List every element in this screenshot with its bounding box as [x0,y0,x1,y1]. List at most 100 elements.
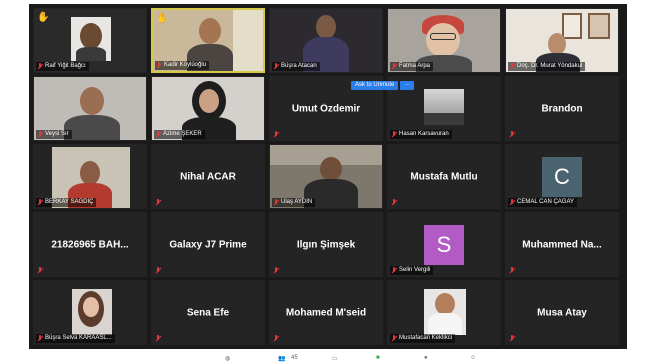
muted-mic-icon [509,335,515,342]
participant-tile[interactable]: Musa Atay [505,280,619,345]
participant-tile[interactable]: Galaxy J7 Prime [151,212,265,277]
participant-name: Raif Yiğit Bağcı [45,63,86,69]
participant-name: Ulaş AYDIN [281,199,313,205]
participant-tile[interactable]: Nihal ACAR [151,144,265,209]
participant-tile[interactable]: Azime ŞEKER [151,76,265,141]
participant-tile[interactable]: Muhammed Na... [505,212,619,277]
gallery-view: ✋ Raif Yiğit Bağcı ✋ Kadir Köylüoğlu Büş… [29,4,627,349]
muted-mic-icon [155,131,161,138]
participant-name: Fatma Arpa [399,63,431,69]
participant-name: Ilgın Şimşek [296,239,356,250]
participant-tile[interactable]: Ulaş AYDIN [269,144,383,209]
record-icon[interactable]: ● [424,355,428,361]
participant-tile[interactable]: S Selin Vergili [387,212,501,277]
more-options-button[interactable]: ··· [400,81,415,90]
muted-mic-icon [273,63,279,70]
participant-nameplate: Ulaş AYDIN [272,198,316,207]
muted-mic-icon [273,199,279,206]
participant-name: Mustafacan Keklikci [399,335,453,341]
participant-name: Doç. Dr. Murat Yöndakul [517,63,583,69]
participant-name: Nihal ACAR [180,171,236,182]
participant-tile[interactable]: Brandon [505,76,619,141]
participant-name: Sena Efe [186,307,230,318]
participant-name: CEMAL CAN ÇAĞAY [517,199,575,205]
participant-name: Mustafa Mutlu [410,171,478,182]
participant-tile[interactable]: BERKAY SAĞDIÇ [33,144,147,209]
participant-name: 21826965 BAH... [51,239,129,250]
participant-name: Azime ŞEKER [163,131,202,137]
muted-mic-icon [391,199,397,206]
participant-tile-active-speaker[interactable]: ✋ Kadir Köylüoğlu [151,8,265,73]
muted-mic-icon [509,199,515,206]
participant-grid: ✋ Raif Yiğit Bağcı ✋ Kadir Köylüoğlu Büş… [33,8,619,345]
share-screen-icon[interactable]: ■ [376,355,380,361]
muted-mic-icon [273,335,279,342]
participant-name: Büşra Selva KARAASL... [45,335,112,341]
muted-mic-icon [391,63,397,70]
participant-tile[interactable]: Mustafacan Keklikci [387,280,501,345]
participant-nameplate: Hasan Karsavuran [390,130,452,139]
participant-tile[interactable]: Büşra Atacan [269,8,383,73]
participant-nameplate: Veysi Sır [36,130,72,139]
muted-mic-icon [273,131,279,138]
participant-nameplate: BERKAY SAĞDIÇ [36,198,97,207]
muted-mic-icon [391,131,397,138]
participant-tile[interactable]: C CEMAL CAN ÇAĞAY [505,144,619,209]
muted-mic-icon [509,63,515,70]
participant-tile[interactable]: Fatma Arpa [387,8,501,73]
muted-mic-icon [509,267,515,274]
participant-tile[interactable]: Veysi Sır [33,76,147,141]
participant-nameplate: Kadir Köylüoğlu [155,61,210,70]
raised-hand-icon: ✋ [37,12,50,23]
participant-name: Muhammed Na... [522,239,602,250]
participant-tile[interactable]: Sena Efe [151,280,265,345]
meeting-toolbar: ◍ 👥 45 ▭ ■ ● ☺ [0,352,664,363]
participant-name: Musa Atay [537,307,587,318]
participant-name: Brandon [541,103,583,114]
ask-to-unmute-button[interactable]: Ask to Unmute [351,81,399,90]
muted-mic-icon [37,131,43,138]
reactions-icon[interactable]: ☺ [470,355,476,361]
participant-nameplate: Büşra Atacan [272,62,320,71]
participant-name: Veysi Sır [45,131,69,137]
participant-nameplate: Doç. Dr. Murat Yöndakul [508,62,586,71]
raised-hand-icon: ✋ [156,13,169,24]
muted-mic-icon [509,131,515,138]
participant-nameplate: CEMAL CAN ÇAĞAY [508,198,578,207]
participant-name: Hasan Karsavuran [399,131,449,137]
chat-icon[interactable]: ▭ [332,355,338,362]
participant-name: Umut Özdemir [291,103,361,114]
participant-tile[interactable]: ✋ Raif Yiğit Bağcı [33,8,147,73]
muted-mic-icon [391,335,397,342]
muted-mic-icon [37,199,43,206]
participant-name: Büşra Atacan [281,63,317,69]
muted-mic-icon [37,335,43,342]
participant-name: BERKAY SAĞDIÇ [45,199,94,205]
muted-mic-icon [155,199,161,206]
participant-tile[interactable]: Ilgın Şimşek [269,212,383,277]
muted-mic-icon [155,267,161,274]
participant-tile[interactable]: Doç. Dr. Murat Yöndakul [505,8,619,73]
muted-mic-icon [156,62,162,69]
security-icon[interactable]: ◍ [225,355,230,362]
muted-mic-icon [37,267,43,274]
participant-tile[interactable]: Büşra Selva KARAASL... [33,280,147,345]
participant-tile[interactable]: Mustafa Mutlu [387,144,501,209]
avatar: C [542,156,582,197]
participant-tile[interactable]: Mohamed M'seid [269,280,383,345]
participant-name: Mohamed M'seid [285,307,367,318]
muted-mic-icon [273,267,279,274]
muted-mic-icon [155,335,161,342]
participants-icon[interactable]: 👥 [278,355,285,362]
muted-mic-icon [391,267,397,274]
participant-name: Galaxy J7 Prime [169,239,247,250]
participant-name: Kadir Köylüoğlu [164,62,207,68]
participant-tile[interactable]: 21826965 BAH... [33,212,147,277]
participants-count: 45 [291,355,298,361]
muted-mic-icon [37,63,43,70]
participant-nameplate: Selin Vergili [390,266,434,275]
avatar: S [424,224,464,265]
participant-nameplate: Azime ŞEKER [154,130,205,139]
participant-name: Selin Vergili [399,267,431,273]
participant-nameplate: Büşra Selva KARAASL... [36,334,115,343]
